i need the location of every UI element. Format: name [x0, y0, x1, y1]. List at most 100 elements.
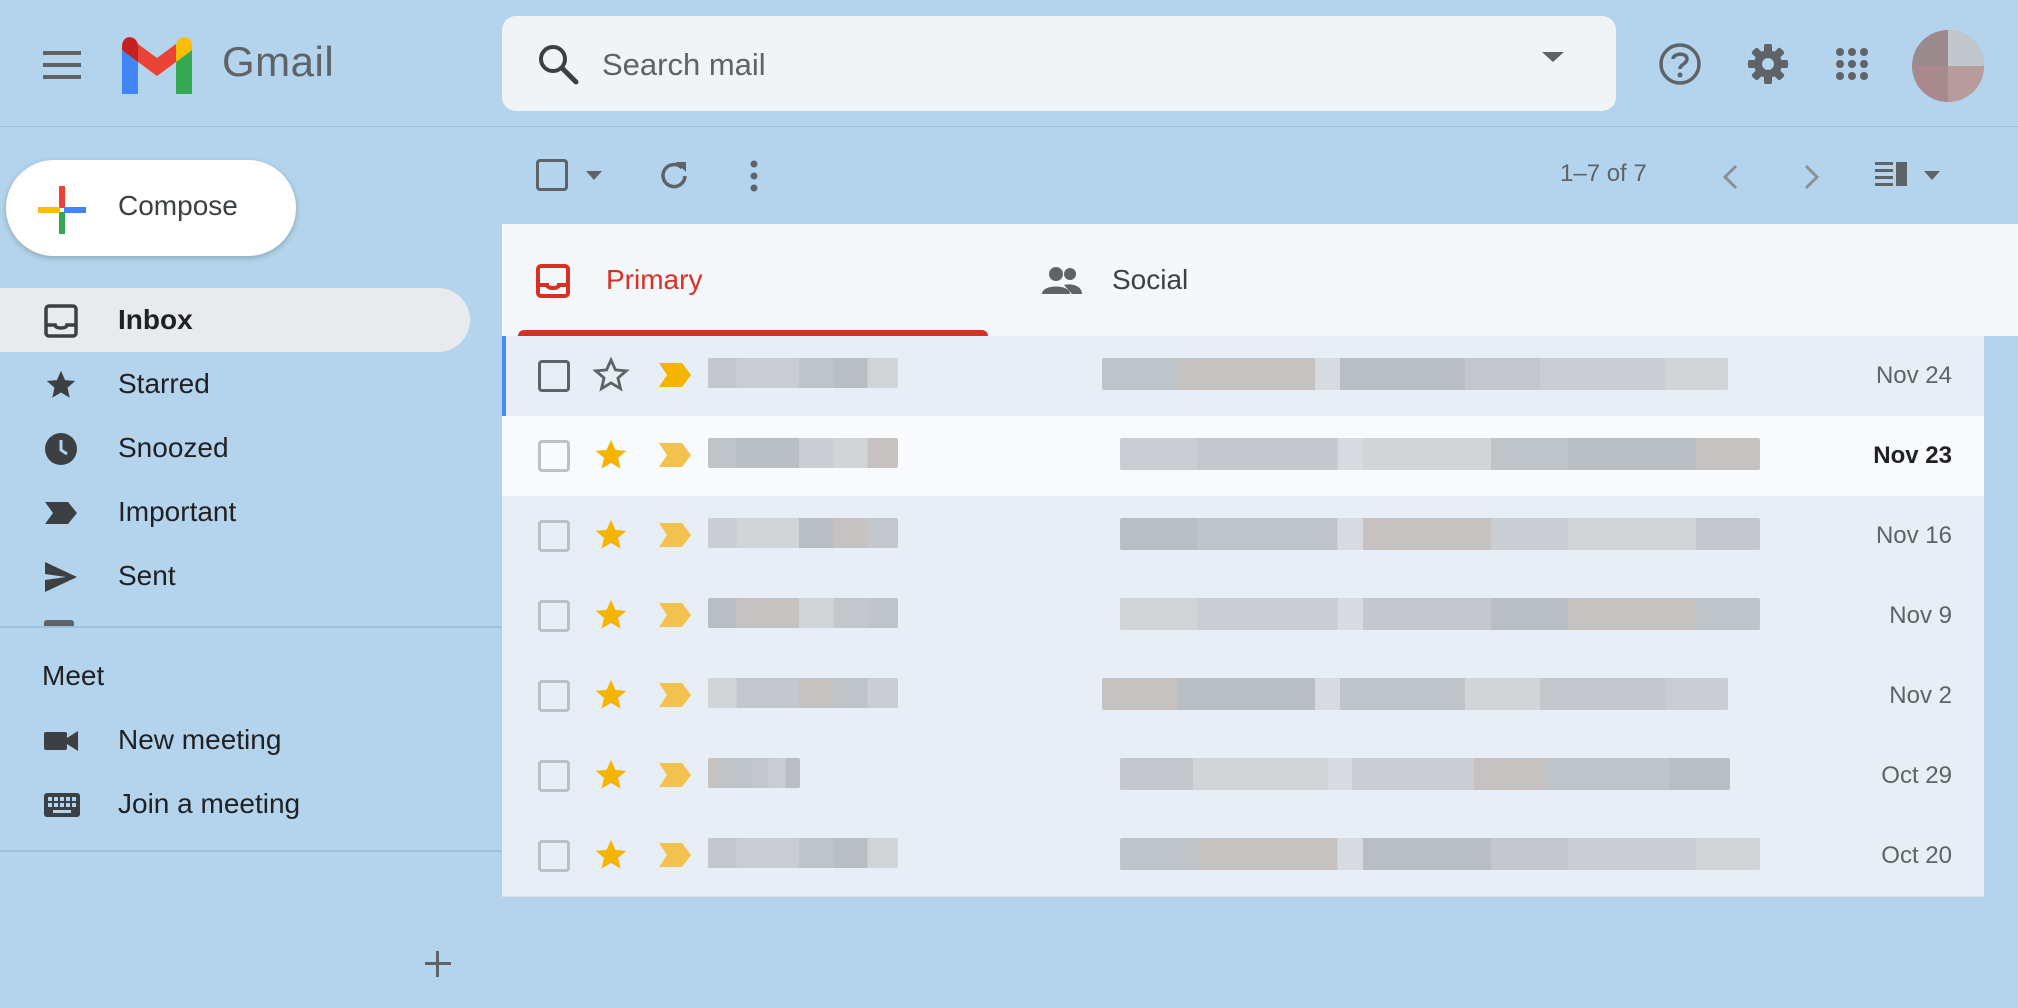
obscured-subject	[1102, 678, 1728, 710]
email-row[interactable]: Oct 29	[502, 736, 1984, 817]
obscured-subject	[1120, 518, 1760, 550]
sidebar-divider	[0, 850, 502, 852]
obscured-sender	[708, 838, 898, 868]
sidebar-item-label: Join a meeting	[118, 788, 301, 819]
settings-gear-icon[interactable]	[1744, 40, 1792, 88]
sidebar-item-inbox[interactable]: Inbox	[0, 288, 470, 352]
sidebar-divider	[0, 626, 502, 628]
important-marker-icon[interactable]	[658, 362, 692, 388]
email-date: Nov 2	[1889, 682, 1952, 709]
obscured-sender	[708, 438, 898, 468]
important-marker-icon[interactable]	[658, 762, 692, 788]
people-icon	[1042, 264, 1082, 298]
previous-page-chevron-icon[interactable]	[1722, 164, 1738, 190]
sidebar-item-important[interactable]: Important	[0, 480, 470, 544]
obscured-subject	[1120, 838, 1760, 870]
obscured-sender	[708, 518, 898, 548]
select-dropdown-icon[interactable]	[586, 171, 602, 180]
split-pane-dropdown-icon[interactable]	[1924, 171, 1940, 180]
important-marker-icon[interactable]	[658, 682, 692, 708]
tab-label: Primary	[606, 264, 703, 295]
apps-grid-icon[interactable]	[1828, 40, 1876, 88]
sidebar-item-label: Important	[118, 496, 237, 527]
search-options-dropdown-icon[interactable]	[1540, 50, 1566, 64]
star-icon[interactable]	[592, 516, 630, 554]
email-date: Oct 20	[1881, 842, 1952, 869]
hamburger-menu-icon	[43, 51, 81, 79]
compose-plus-icon	[38, 186, 86, 234]
row-checkbox[interactable]	[538, 360, 570, 392]
star-icon[interactable]	[592, 676, 630, 714]
keyboard-icon	[44, 788, 80, 822]
star-icon[interactable]	[592, 836, 630, 874]
important-marker-icon[interactable]	[658, 842, 692, 868]
row-checkbox[interactable]	[538, 760, 570, 792]
row-checkbox[interactable]	[538, 600, 570, 632]
email-row[interactable]: Oct 20	[502, 816, 1984, 897]
sidebar-item-label: Sent	[118, 560, 176, 591]
row-checkbox[interactable]	[538, 840, 570, 872]
email-date: Nov 9	[1889, 602, 1952, 629]
email-date: Nov 23	[1873, 442, 1952, 469]
obscured-subject	[1102, 358, 1728, 390]
star-icon[interactable]	[592, 596, 630, 634]
tab-primary[interactable]: Primary	[502, 224, 990, 336]
email-row[interactable]: Nov 23	[502, 416, 1984, 497]
clock-icon	[44, 432, 78, 466]
obscured-subject	[1120, 598, 1760, 630]
star-icon	[44, 368, 78, 402]
inbox-category-tabs: Primary Social	[502, 224, 2018, 336]
obscured-sender	[708, 758, 800, 788]
inbox-icon	[44, 304, 78, 338]
next-page-chevron-icon[interactable]	[1804, 164, 1820, 190]
app-name: Gmail	[222, 38, 335, 85]
sidebar-item-label: Snoozed	[118, 432, 229, 463]
select-all-checkbox[interactable]	[536, 159, 568, 191]
email-list: Nov 24 Nov 23 Nov 16 Nov 9 Nov 2 Oct 29 Oct 20	[502, 336, 1984, 897]
email-row[interactable]: Nov 9	[502, 576, 1984, 657]
obscured-sender	[708, 598, 898, 628]
obscured-sender	[708, 358, 898, 388]
important-label-icon	[44, 496, 78, 530]
important-marker-icon[interactable]	[658, 522, 692, 548]
obscured-subject	[1120, 758, 1730, 790]
search-icon[interactable]	[536, 42, 580, 86]
star-icon[interactable]	[592, 756, 630, 794]
important-marker-icon[interactable]	[658, 602, 692, 628]
sidebar-item-new-meeting[interactable]: New meeting	[0, 708, 470, 772]
send-icon	[44, 560, 78, 594]
gmail-logo[interactable]	[118, 36, 196, 94]
obscured-subject	[1120, 438, 1760, 470]
top-bar: Gmail	[0, 0, 2018, 127]
email-row[interactable]: Nov 2	[502, 656, 1984, 737]
pagination-range: 1–7 of 7	[1560, 160, 1647, 187]
email-date: Oct 29	[1881, 762, 1952, 789]
search-input[interactable]	[600, 30, 1504, 100]
help-icon[interactable]	[1656, 40, 1704, 88]
email-date: Nov 24	[1875, 362, 1952, 389]
sidebar-item-starred[interactable]: Starred	[0, 352, 470, 416]
star-icon[interactable]	[592, 356, 630, 394]
sidebar-item-sent[interactable]: Sent	[0, 544, 470, 608]
refresh-icon[interactable]	[656, 158, 692, 194]
sidebar-item-label: Inbox	[118, 304, 193, 335]
email-row[interactable]: Nov 24	[502, 336, 1984, 417]
more-options-icon[interactable]	[748, 159, 760, 193]
row-checkbox[interactable]	[538, 520, 570, 552]
row-checkbox[interactable]	[538, 440, 570, 472]
row-checkbox[interactable]	[538, 680, 570, 712]
star-icon[interactable]	[592, 436, 630, 474]
sidebar-item-join-meeting[interactable]: Join a meeting	[0, 772, 470, 836]
split-pane-icon[interactable]	[1874, 160, 1908, 190]
compose-button[interactable]: Compose	[6, 160, 296, 256]
account-avatar[interactable]	[1912, 30, 1984, 102]
obscured-sender	[708, 678, 898, 708]
email-row[interactable]: Nov 16	[502, 496, 1984, 577]
sidebar-item-label: New meeting	[118, 724, 282, 755]
important-marker-icon[interactable]	[658, 442, 692, 468]
tab-social[interactable]: Social	[1012, 224, 1500, 336]
add-label-plus-icon[interactable]	[422, 948, 454, 980]
sidebar-item-snoozed[interactable]: Snoozed	[0, 416, 470, 480]
main-menu-button[interactable]	[32, 41, 92, 89]
video-camera-icon	[44, 724, 78, 758]
